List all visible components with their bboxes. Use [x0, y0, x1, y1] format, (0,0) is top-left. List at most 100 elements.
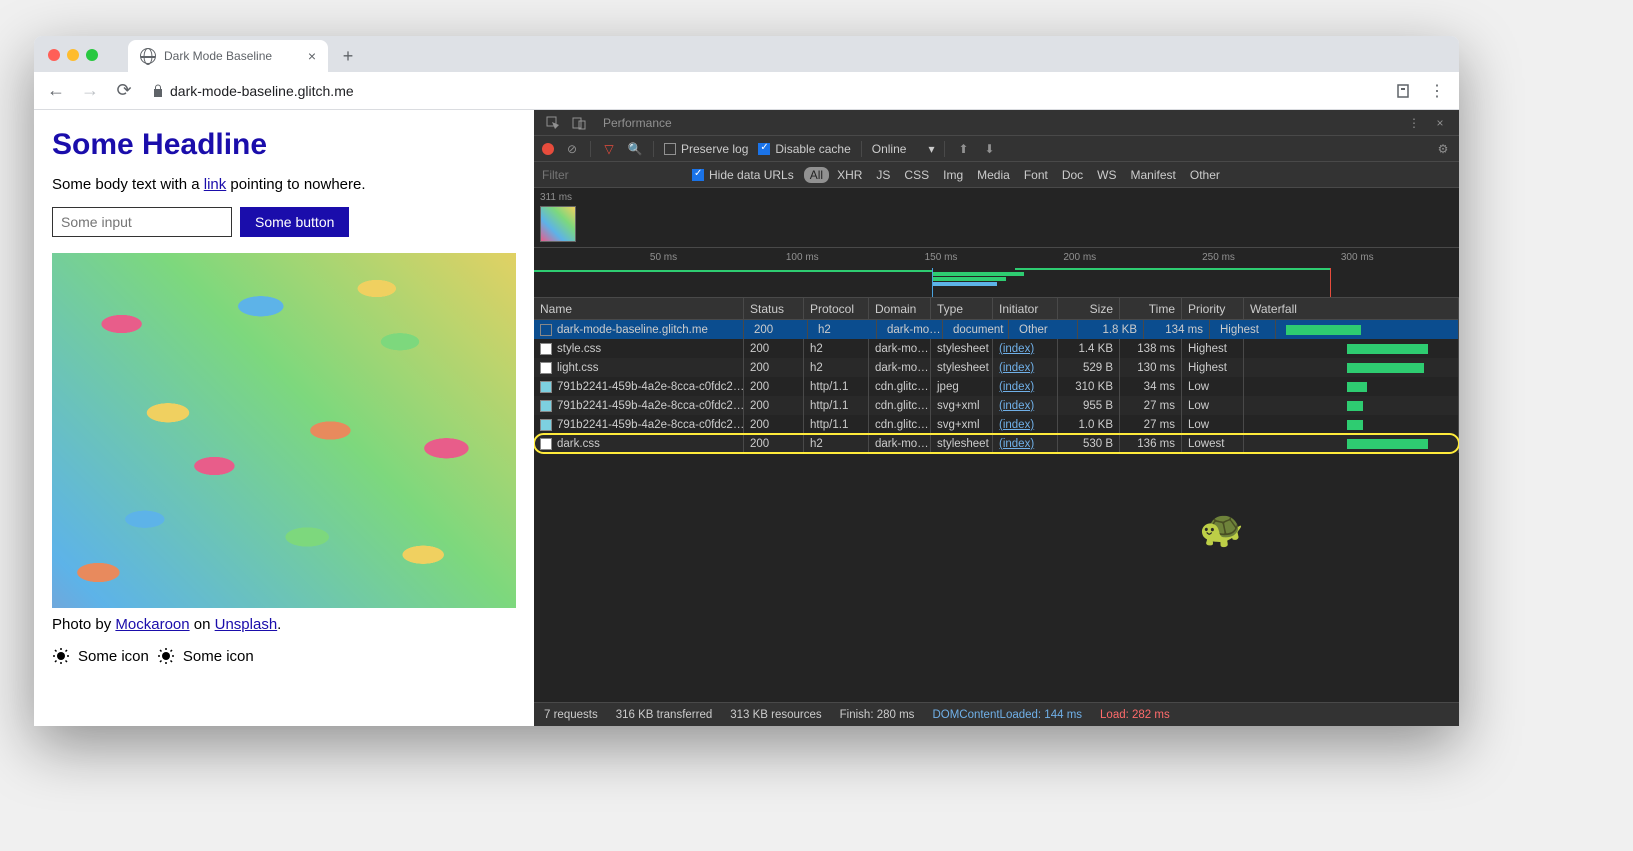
back-button[interactable]: ←: [42, 77, 70, 105]
timeline-tick: 250 ms: [1202, 252, 1235, 263]
site-link[interactable]: Unsplash: [215, 616, 278, 633]
filter-type-css[interactable]: CSS: [898, 167, 935, 183]
page-headline: Some Headline: [52, 128, 516, 162]
filter-type-media[interactable]: Media: [971, 167, 1016, 183]
address-bar: ← → ⟳ dark-mode-baseline.glitch.me ⋮: [34, 72, 1459, 110]
col-protocol[interactable]: Protocol: [804, 298, 869, 319]
forward-button[interactable]: →: [76, 77, 104, 105]
menu-button[interactable]: ⋮: [1423, 77, 1451, 105]
filter-type-ws[interactable]: WS: [1091, 167, 1122, 183]
bulb-icon: [157, 647, 175, 665]
image-caption: Photo by Mockaroon on Unsplash.: [52, 616, 516, 633]
clear-button[interactable]: ⊘: [564, 142, 580, 156]
record-button[interactable]: [542, 143, 554, 155]
status-transferred: 316 KB transferred: [616, 709, 713, 721]
url-text: dark-mode-baseline.glitch.me: [170, 83, 354, 99]
col-name[interactable]: Name: [534, 298, 744, 319]
inspect-icon[interactable]: [540, 116, 566, 130]
close-tab-icon[interactable]: ×: [308, 48, 316, 64]
table-row[interactable]: 791b2241-459b-4a2e-8cca-c0fdc2…200http/1…: [534, 377, 1459, 396]
col-size[interactable]: Size: [1058, 298, 1120, 319]
browser-tab[interactable]: Dark Mode Baseline ×: [128, 40, 328, 72]
table-row[interactable]: 791b2241-459b-4a2e-8cca-c0fdc2…200http/1…: [534, 415, 1459, 434]
status-resources: 313 KB resources: [730, 709, 821, 721]
col-initiator[interactable]: Initiator: [993, 298, 1058, 319]
url-display[interactable]: dark-mode-baseline.glitch.me: [152, 83, 354, 99]
close-window-button[interactable]: [48, 49, 60, 61]
network-filter-bar: Hide data URLs AllXHRJSCSSImgMediaFontDo…: [534, 162, 1459, 188]
filter-type-img[interactable]: Img: [937, 167, 969, 183]
timeline-tick: 200 ms: [1063, 252, 1096, 263]
turtle-emoji: 🐢: [1199, 508, 1244, 550]
table-row[interactable]: dark.css200h2dark-mo…stylesheet(index)53…: [534, 434, 1459, 453]
icon-label: Some icon: [78, 648, 149, 665]
network-timeline[interactable]: 50 ms100 ms150 ms200 ms250 ms300 ms: [534, 248, 1459, 298]
col-time[interactable]: Time: [1120, 298, 1182, 319]
hide-data-urls-checkbox[interactable]: Hide data URLs: [692, 168, 794, 182]
filter-type-font[interactable]: Font: [1018, 167, 1054, 183]
author-link[interactable]: Mockaroon: [115, 616, 189, 633]
browser-window: Dark Mode Baseline × + ← → ⟳ dark-mode-b…: [34, 36, 1459, 726]
disable-cache-checkbox[interactable]: Disable cache: [758, 142, 850, 156]
col-status[interactable]: Status: [744, 298, 804, 319]
network-toolbar: ⊘ ▽ 🔍 Preserve log Disable cache Online▾…: [534, 136, 1459, 162]
devtools-tabbar: ElementsConsoleSourcesNetworkPerformance…: [534, 110, 1459, 136]
overview-time-label: 311 ms: [540, 192, 572, 203]
preserve-log-checkbox[interactable]: Preserve log: [664, 142, 748, 156]
table-header: Name Status Protocol Domain Type Initiat…: [534, 298, 1459, 320]
throttling-select[interactable]: Online▾: [872, 142, 935, 156]
status-finish: Finish: 280 ms: [840, 709, 915, 721]
table-row[interactable]: light.css200h2dark-mo…stylesheet(index)5…: [534, 358, 1459, 377]
filter-toggle-icon[interactable]: ▽: [601, 142, 617, 156]
demo-image: [52, 253, 516, 608]
lock-icon: [152, 84, 164, 98]
timeline-tick: 100 ms: [786, 252, 819, 263]
page-content: Some Headline Some body text with a link…: [34, 110, 534, 726]
reload-button[interactable]: ⟳: [110, 77, 138, 105]
timeline-tick: 50 ms: [650, 252, 677, 263]
status-requests: 7 requests: [544, 709, 598, 721]
table-row[interactable]: dark-mode-baseline.glitch.me200h2dark-mo…: [534, 320, 1459, 339]
window-controls: [48, 49, 98, 61]
status-dcl: DOMContentLoaded: 144 ms: [932, 709, 1082, 721]
filter-type-js[interactable]: JS: [870, 167, 896, 183]
filter-type-xhr[interactable]: XHR: [831, 167, 868, 183]
upload-icon[interactable]: ⬆: [955, 142, 971, 156]
table-row[interactable]: style.css200h2dark-mo…stylesheet(index)1…: [534, 339, 1459, 358]
globe-icon: [140, 48, 156, 64]
col-priority[interactable]: Priority: [1182, 298, 1244, 319]
demo-input[interactable]: [52, 207, 232, 237]
network-table: Name Status Protocol Domain Type Initiat…: [534, 298, 1459, 702]
icon-row: Some icon Some icon: [52, 647, 516, 665]
icon-label: Some icon: [183, 648, 254, 665]
minimize-window-button[interactable]: [67, 49, 79, 61]
download-icon[interactable]: ⬇: [981, 142, 997, 156]
devtools-panel: ElementsConsoleSourcesNetworkPerformance…: [534, 110, 1459, 726]
col-domain[interactable]: Domain: [869, 298, 931, 319]
network-overview[interactable]: 311 ms: [534, 188, 1459, 248]
device-icon[interactable]: [566, 116, 592, 130]
filter-type-all[interactable]: All: [804, 167, 829, 183]
settings-icon[interactable]: ⚙: [1435, 142, 1451, 156]
browser-tabbar: Dark Mode Baseline × +: [34, 36, 1459, 72]
filter-input[interactable]: [542, 168, 682, 182]
timeline-tick: 300 ms: [1341, 252, 1374, 263]
status-load: Load: 282 ms: [1100, 709, 1170, 721]
filter-type-doc[interactable]: Doc: [1056, 167, 1089, 183]
screenshot-thumb[interactable]: [540, 206, 576, 242]
new-tab-button[interactable]: +: [334, 42, 362, 70]
maximize-window-button[interactable]: [86, 49, 98, 61]
devtools-menu-icon[interactable]: ⋮: [1401, 116, 1427, 130]
filter-type-manifest[interactable]: Manifest: [1125, 167, 1182, 183]
demo-button[interactable]: Some button: [240, 207, 349, 237]
body-link[interactable]: link: [204, 176, 227, 193]
col-waterfall[interactable]: Waterfall: [1244, 298, 1459, 319]
search-icon[interactable]: 🔍: [627, 142, 643, 156]
extensions-button[interactable]: [1389, 77, 1417, 105]
table-row[interactable]: 791b2241-459b-4a2e-8cca-c0fdc2…200http/1…: [534, 396, 1459, 415]
col-type[interactable]: Type: [931, 298, 993, 319]
network-status-bar: 7 requests 316 KB transferred 313 KB res…: [534, 702, 1459, 726]
devtools-close-icon[interactable]: ×: [1427, 116, 1453, 130]
devtools-tab-performance[interactable]: Performance: [592, 110, 683, 136]
filter-type-other[interactable]: Other: [1184, 167, 1226, 183]
